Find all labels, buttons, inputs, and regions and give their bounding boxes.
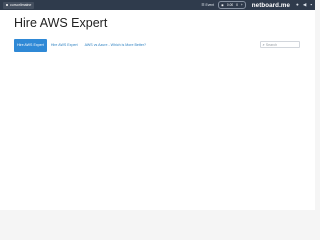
plus-icon: + — [240, 3, 243, 7]
tab-hire-aws-expert[interactable]: Hire AWS Expert — [48, 39, 81, 52]
main-panel: Hire AWS Expert Hire AWS Expert Hire AWS… — [0, 10, 315, 210]
search-box: ⌕ — [260, 41, 300, 48]
eye-icon: ◉ — [221, 3, 224, 7]
user-icon[interactable]: ● — [296, 0, 299, 10]
user-label: cursorlimaine — [10, 2, 32, 7]
score-counter[interactable]: ◉ 0.00 0 + — [218, 1, 246, 9]
tab-hire-aws-expert-active[interactable]: Hire AWS Expert — [14, 39, 47, 52]
brand-logo[interactable]: netboard.me — [252, 2, 290, 9]
tab-aws-vs-azure[interactable]: AWS vs Azure - Which is More Better? — [82, 39, 149, 52]
search-icon: ⌕ — [262, 42, 265, 47]
tab-bar: Hire AWS Expert Hire AWS Expert AWS vs A… — [14, 39, 150, 52]
user-avatar-icon — [6, 4, 8, 6]
events-label: Event — [205, 3, 215, 7]
topbar-actions: ☰ Event ◉ 0.00 0 + netboard.me ● ◀ ▪ — [201, 0, 312, 10]
chat-icon[interactable]: ▪ — [310, 0, 312, 10]
events-link[interactable]: ☰ Event — [201, 3, 214, 7]
menu-icon: ☰ — [201, 3, 205, 7]
counter-left-value: 0.00 — [226, 3, 234, 7]
send-icon[interactable]: ◀ — [303, 0, 307, 10]
user-menu-button[interactable]: cursorlimaine — [3, 1, 35, 9]
page-title: Hire AWS Expert — [14, 16, 108, 30]
counter-right-value: 0 — [236, 3, 238, 7]
search-input[interactable] — [265, 42, 298, 47]
top-navigation-bar: cursorlimaine ☰ Event ◉ 0.00 0 + netboar… — [0, 0, 315, 10]
